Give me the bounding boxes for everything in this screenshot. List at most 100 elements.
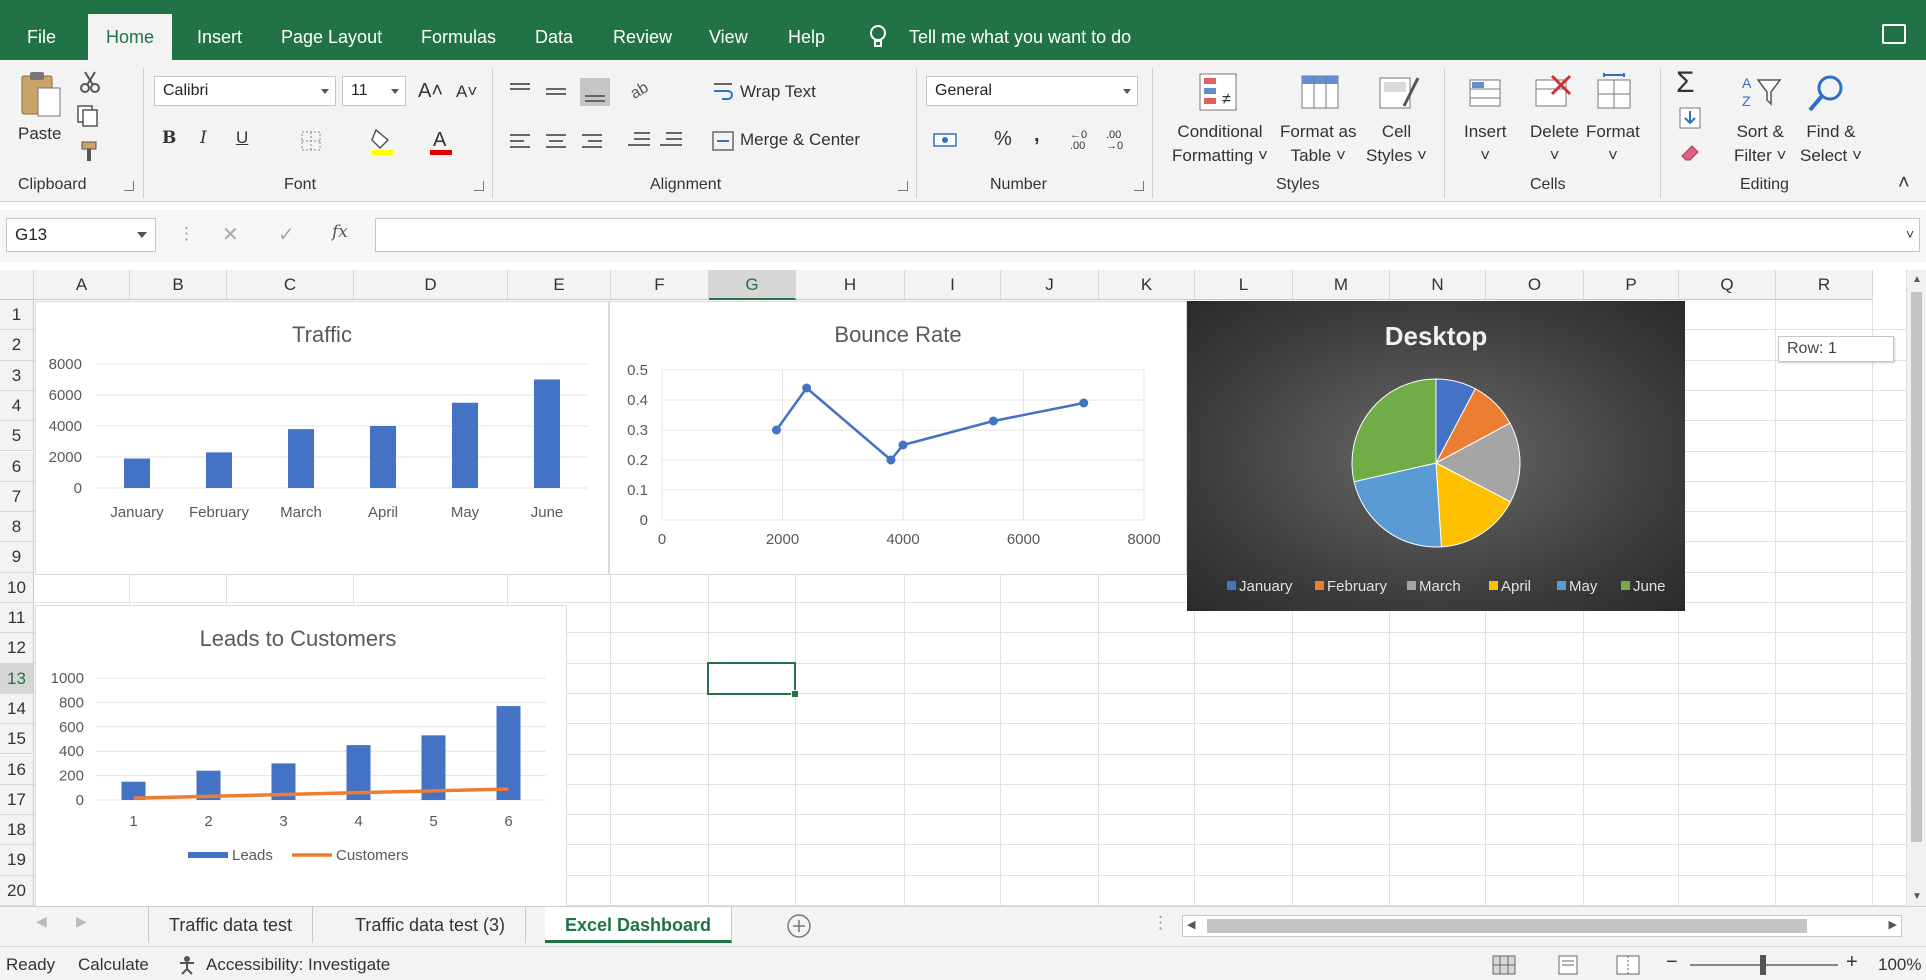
desktop-chart[interactable]: Desktop January February March April May June (1187, 301, 1685, 611)
fill-icon[interactable] (1678, 106, 1702, 130)
enter-icon[interactable]: ✓ (278, 222, 295, 247)
comments-icon[interactable] (1882, 24, 1906, 44)
merge-center-icon[interactable] (712, 130, 734, 152)
row-header-4[interactable]: 4 (0, 390, 34, 422)
row-header-19[interactable]: 19 (0, 845, 34, 876)
column-header-q[interactable]: Q (1679, 270, 1776, 300)
active-cell[interactable] (707, 662, 799, 698)
format-as-table-button[interactable]: Format as Table ˅ (1280, 120, 1357, 168)
row-header-13[interactable]: 13 (0, 663, 34, 694)
row-header-18[interactable]: 18 (0, 815, 34, 846)
name-box[interactable]: G13 (6, 218, 156, 252)
fill-color-icon[interactable] (370, 126, 396, 156)
row-header-5[interactable]: 5 (0, 421, 34, 452)
decrease-decimal-button[interactable]: .00 →0 (1106, 130, 1136, 152)
calculate-button[interactable]: Calculate (78, 955, 149, 975)
insert-cells-icon[interactable] (1468, 72, 1508, 112)
traffic-chart[interactable]: Traffic 8000 6000 4000 2000 0 January February M… (35, 301, 609, 575)
column-header-r[interactable]: R (1776, 270, 1873, 300)
vertical-scrollbar[interactable]: ▲ ▼ (1906, 270, 1926, 906)
sort-filter-icon[interactable]: AZ (1740, 72, 1782, 116)
column-header-g[interactable]: G (709, 270, 796, 300)
paste-button[interactable]: Paste (18, 122, 61, 146)
format-painter-icon[interactable] (78, 140, 102, 164)
column-header-d[interactable]: D (354, 270, 508, 300)
zoom-slider-thumb[interactable] (1760, 955, 1766, 975)
tab-view[interactable]: View (709, 0, 748, 60)
row-header-1[interactable]: 1 (0, 300, 34, 331)
conditional-formatting-button[interactable]: Conditional Formatting ˅ (1172, 120, 1268, 168)
delete-cells-button[interactable]: Delete ˅ (1530, 120, 1579, 168)
row-header-11[interactable]: 11 (0, 603, 34, 634)
column-header-a[interactable]: A (34, 270, 130, 300)
row-header-8[interactable]: 8 (0, 512, 34, 543)
row-header-16[interactable]: 16 (0, 754, 34, 785)
conditional-formatting-icon[interactable]: ≠ (1198, 72, 1242, 116)
delete-cells-icon[interactable] (1534, 72, 1574, 112)
scroll-down-icon[interactable]: ▼ (1912, 891, 1922, 902)
find-select-button[interactable]: Find & Select ˅ (1800, 120, 1862, 168)
insert-cells-button[interactable]: Insert ˅ (1464, 120, 1507, 168)
tab-help[interactable]: Help (788, 0, 825, 60)
row-header-7[interactable]: 7 (0, 481, 34, 513)
column-header-o[interactable]: O (1486, 270, 1584, 300)
format-as-table-icon[interactable] (1300, 72, 1344, 116)
column-header-e[interactable]: E (508, 270, 611, 300)
tab-splitter-icon[interactable]: ⋮ (1152, 913, 1169, 933)
underline-button[interactable]: U (236, 128, 248, 148)
row-header-12[interactable]: 12 (0, 633, 34, 664)
column-header-m[interactable]: M (1293, 270, 1390, 300)
clipboard-launcher-icon[interactable] (124, 181, 134, 191)
find-select-icon[interactable] (1806, 72, 1848, 116)
font-size-dropdown[interactable]: 11 (342, 76, 406, 106)
expand-formula-bar-icon[interactable]: ˅ (1906, 226, 1914, 242)
row-header-15[interactable]: 15 (0, 724, 34, 755)
tab-formulas[interactable]: Formulas (421, 0, 496, 60)
tab-page-layout[interactable]: Page Layout (281, 0, 382, 60)
add-sheet-icon[interactable] (786, 913, 812, 939)
italic-button[interactable]: I (200, 128, 207, 148)
cell-styles-button[interactable]: Cell Styles ˅ (1366, 120, 1427, 168)
worksheet-grid[interactable]: ABCDEFGHIJKLMNOPQR 1 2 3 4 5 6 7 8 9 10 11 12 13 14 15… (0, 270, 1906, 906)
scroll-up-icon[interactable]: ▲ (1912, 274, 1922, 285)
formula-input[interactable] (375, 218, 1920, 252)
tab-file[interactable]: File (27, 0, 56, 60)
clear-icon[interactable] (1678, 140, 1702, 164)
column-header-k[interactable]: K (1099, 270, 1195, 300)
horizontal-align-icons[interactable] (508, 130, 608, 154)
column-header-j[interactable]: J (1001, 270, 1099, 300)
tab-insert[interactable]: Insert (197, 0, 242, 60)
column-header-l[interactable]: L (1195, 270, 1293, 300)
zoom-in-icon[interactable]: + (1846, 951, 1858, 974)
insert-function-button[interactable]: fx (332, 222, 348, 242)
sort-filter-button[interactable]: Sort & Filter ˅ (1734, 120, 1786, 168)
row-header-17[interactable]: 17 (0, 784, 34, 816)
collapse-ribbon-icon[interactable]: ˄ (1898, 172, 1910, 195)
sheet-tab-excel-dashboard[interactable]: Excel Dashboard (545, 907, 733, 943)
percent-button[interactable]: % (994, 128, 1012, 151)
zoom-out-icon[interactable]: − (1666, 951, 1678, 974)
orientation-icon[interactable]: ab (628, 76, 668, 104)
tab-review[interactable]: Review (613, 0, 672, 60)
cell-styles-icon[interactable] (1378, 72, 1422, 116)
font-color-icon[interactable]: A (428, 126, 454, 156)
row-header-2[interactable]: 2 (0, 330, 34, 361)
column-header-c[interactable]: C (227, 270, 354, 300)
comma-button[interactable]: , (1034, 124, 1040, 147)
increase-decimal-button[interactable]: ←0 .00 (1070, 130, 1100, 152)
page-break-view-icon[interactable] (1616, 955, 1640, 975)
row-header-6[interactable]: 6 (0, 451, 34, 482)
sheet-tab-traffic-data-test-3[interactable]: Traffic data test (3) (335, 907, 527, 943)
accounting-format-icon[interactable] (932, 128, 962, 152)
paste-icon[interactable] (18, 70, 64, 120)
prev-sheet-icon[interactable]: ◀ (36, 913, 47, 930)
borders-icon[interactable] (300, 130, 322, 152)
cancel-icon[interactable]: ✕ (222, 222, 239, 247)
zoom-level[interactable]: 100% (1878, 955, 1921, 975)
leads-customers-chart[interactable]: Leads to Customers 1000 800 600 400 200 0 1 2 3 4 5… (35, 605, 567, 906)
indent-icons[interactable] (626, 128, 686, 152)
cut-icon[interactable] (78, 70, 102, 94)
format-cells-button[interactable]: Format ˅ (1586, 120, 1640, 168)
sheet-tab-traffic-data-test[interactable]: Traffic data test (148, 907, 314, 943)
copy-icon[interactable] (76, 104, 106, 128)
